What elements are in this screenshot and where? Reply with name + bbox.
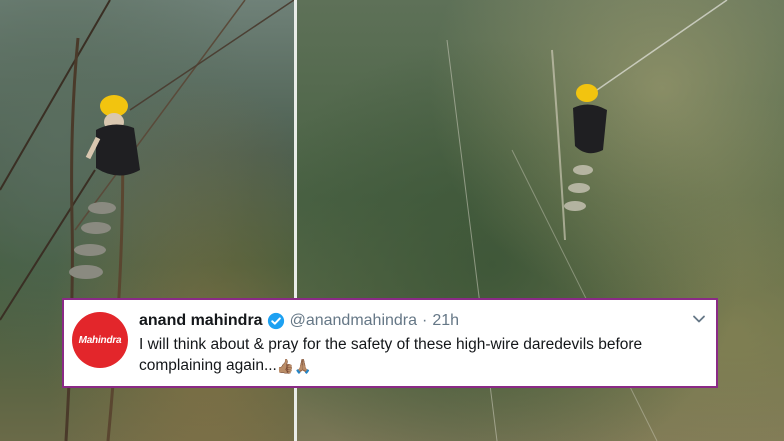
tweet-text: I will think about & pray for the safety… (139, 334, 709, 377)
tweet-text-line-2-words: complaining again... (139, 357, 277, 374)
insulator-string (69, 202, 116, 279)
tweet-text-line-1: I will think about & pray for the safety… (139, 336, 643, 353)
tweet-timestamp[interactable]: 21h (432, 312, 459, 330)
rope (551, 49, 566, 241)
thumbs-up-emoji: 👍🏽 (276, 358, 295, 374)
tweet-header: anand mahindra @anandmahindra · 21h (139, 309, 459, 333)
power-wire (596, 0, 728, 91)
author-handle[interactable]: @anandmahindra (290, 312, 417, 330)
header-separator: · (422, 312, 428, 329)
power-wire (0, 0, 111, 191)
avatar[interactable]: Mahindra (72, 312, 128, 368)
author-name[interactable]: anand mahindra (139, 312, 263, 330)
avatar-logo-text: Mahindra (78, 334, 122, 346)
torso (96, 124, 140, 176)
folded-hands-emoji: 🙏🏽 (294, 358, 312, 374)
insulator-string (564, 165, 593, 211)
chevron-down-icon[interactable] (692, 312, 706, 326)
tweet-card[interactable]: Mahindra anand mahindra @anandmahindra ·… (62, 298, 718, 388)
power-wire (74, 0, 246, 231)
verified-badge-icon (267, 312, 284, 330)
power-wire (511, 149, 658, 441)
power-wire (129, 0, 294, 111)
torso (573, 104, 607, 154)
tweet-text-line-2: complaining again...👍🏽🙏🏽 (139, 355, 709, 377)
helmet (576, 84, 598, 102)
